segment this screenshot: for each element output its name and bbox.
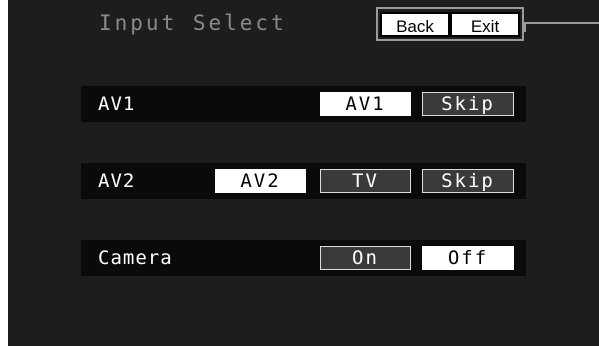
av1-option-av1[interactable]: AV1 <box>320 92 411 116</box>
page-title: Input Select <box>99 11 287 35</box>
camera-option-on[interactable]: On <box>320 246 411 270</box>
av2-option-av2[interactable]: AV2 <box>215 169 306 193</box>
back-button[interactable]: Back <box>380 12 450 37</box>
camera-label: Camera <box>98 247 173 269</box>
av2-label: AV2 <box>98 170 136 192</box>
callout-leader-line <box>524 22 599 24</box>
input-select-screen: Input Select Back Exit AV1 AV1 Skip AV2 … <box>8 0 599 346</box>
av1-label: AV1 <box>98 93 136 115</box>
exit-button[interactable]: Exit <box>450 12 520 37</box>
av2-option-tv[interactable]: TV <box>320 169 411 193</box>
callout-leader-tick <box>524 22 526 32</box>
camera-option-off[interactable]: Off <box>422 246 514 270</box>
av1-option-skip[interactable]: Skip <box>422 92 514 116</box>
av2-option-skip[interactable]: Skip <box>422 169 514 193</box>
